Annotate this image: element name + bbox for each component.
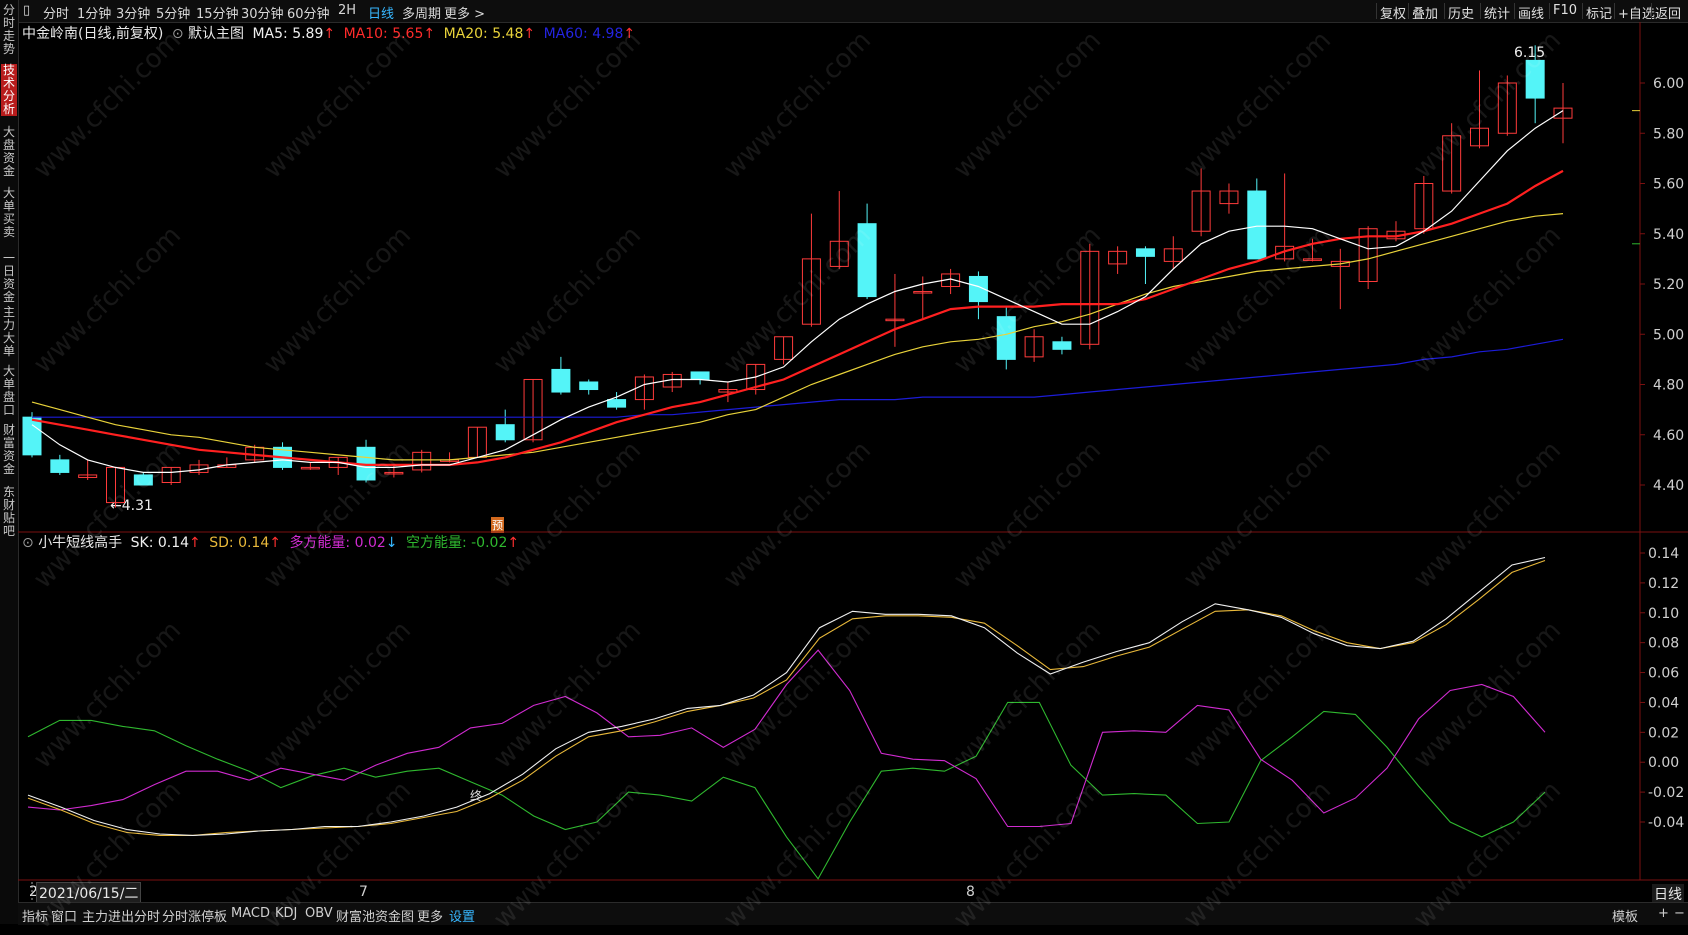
toolbar-divider: [1480, 3, 1481, 19]
sub-y-tick-label: 0.14: [1648, 546, 1679, 562]
chart-canvas[interactable]: 6.00 5.80 5.60 5.40 5.20 5.00 4.80 4.60 4.40 0.14…: [18, 22, 1688, 902]
sub-y-tick-label: 0.02: [1648, 725, 1679, 741]
bottom-tab-3[interactable]: 主力进出分时: [82, 906, 160, 925]
candle-body: [50, 459, 70, 473]
y-tick-label: 4.60: [1653, 428, 1684, 444]
toolbar-7[interactable]: 60分钟: [287, 3, 330, 22]
sidebar-item-9[interactable]: 东财贴吧: [1, 486, 17, 538]
toolbar-divider: [1582, 3, 1583, 19]
sidebar-item-5[interactable]: 一日资金: [1, 252, 17, 304]
candle-body: [133, 474, 153, 486]
sidebar-item-2[interactable]: 技术分析: [1, 64, 17, 116]
toolbar-divider: [1408, 3, 1409, 19]
indicator-line-3: [27, 649, 1546, 828]
sub-y-tick-label: 0.00: [1648, 755, 1679, 771]
ma5-line: [31, 110, 1564, 473]
toolbar-11[interactable]: 更多 >: [444, 3, 485, 22]
y-tick-label: 4.40: [1653, 478, 1684, 494]
y-tick-label: 4.80: [1653, 378, 1684, 394]
y-tick-label: 5.20: [1653, 277, 1684, 293]
candle-body: [579, 381, 599, 391]
y-tick-label: 6.00: [1653, 76, 1684, 92]
y-tick-label: 5.80: [1653, 126, 1684, 142]
bottom-right-1[interactable]: 模板: [1612, 906, 1638, 925]
toolbar-divider: [1614, 3, 1615, 19]
top-toolbar: 分时 1分钟 3分钟 5分钟 15分钟 30分钟 60分钟 2H 日线 多周期 更多 > ▯ 复权 叠加历…: [0, 0, 1688, 23]
candle-body: [551, 368, 571, 393]
sub-y-tick-label: -0.02: [1648, 785, 1684, 801]
bottom-tab-4[interactable]: 分时涨停板: [162, 906, 227, 925]
sidebar-item-7[interactable]: 大单盘口: [1, 365, 17, 417]
candle-body: [607, 399, 627, 408]
toolbar-divider: [1376, 3, 1377, 19]
sidebar-item-4[interactable]: 大单买卖: [1, 187, 17, 239]
window-icon[interactable]: ▯: [23, 3, 30, 18]
bottom-tab-10[interactable]: 设置: [449, 906, 475, 925]
toolbar-divider: [1549, 3, 1550, 19]
toolbar-right-6[interactable]: F10: [1553, 3, 1577, 18]
ma60-line: [32, 338, 1564, 418]
toolbar-right-8[interactable]: +自选: [1618, 3, 1655, 22]
sidebar-item-3[interactable]: 大盘资金: [1, 126, 17, 178]
bottom-tab-8[interactable]: 财富池资金图: [336, 906, 414, 925]
toolbar-4[interactable]: 5分钟: [156, 3, 190, 22]
ma20-line: [31, 213, 1564, 461]
bottom-toolbar: 指标 窗口 主力进出分时 分时涨停板 MACD KDJ OBV 财富池资金图 更多 设置 模板 + −: [18, 902, 1688, 925]
indicator-line-4: [27, 701, 1546, 880]
sub-y-tick-label: 0.04: [1648, 695, 1679, 711]
toolbar-3[interactable]: 3分钟: [116, 3, 150, 22]
toolbar-right-7[interactable]: 标记: [1586, 3, 1612, 22]
bottom-tab-6[interactable]: KDJ: [275, 906, 297, 921]
bottom-right-2[interactable]: +: [1658, 906, 1669, 921]
sub-y-tick-label: -0.04: [1648, 815, 1684, 831]
indicator-line-2: [27, 559, 1546, 836]
sidebar-item-8[interactable]: 财富资金: [1, 424, 17, 476]
left-sidebar: 分时走势技术分析大盘资金大单买卖一日资金主力大单大单盘口财富资金东财贴吧: [0, 0, 19, 924]
sidebar-item-6[interactable]: 主力大单: [1, 306, 17, 358]
toolbar-10[interactable]: 多周期: [402, 3, 441, 22]
candle-body: [996, 316, 1016, 360]
sub-y-tick-label: 0.08: [1648, 636, 1679, 652]
sub-y-tick-label: 0.10: [1648, 606, 1679, 622]
candle-body: [857, 223, 877, 298]
candle-body: [1525, 59, 1545, 99]
ma10-line: [31, 169, 1564, 466]
candle-body: [1135, 248, 1155, 257]
y-tick-label: 5.60: [1653, 177, 1684, 193]
toolbar-divider: [1514, 3, 1515, 19]
toolbar-right-5[interactable]: 画线: [1518, 3, 1544, 22]
bottom-tab-5[interactable]: MACD: [231, 906, 270, 921]
bottom-tab-2[interactable]: 窗口: [51, 906, 77, 925]
candle-body: [1052, 341, 1072, 350]
y-tick-label: 5.00: [1653, 327, 1684, 343]
bottom-tab-7[interactable]: OBV: [305, 906, 333, 921]
bottom-tab-1[interactable]: 指标: [22, 906, 48, 925]
sub-y-tick-label: 0.12: [1648, 576, 1679, 592]
candle-body: [22, 416, 42, 456]
candle-body: [690, 371, 710, 380]
toolbar-9[interactable]: 日线: [368, 3, 394, 22]
toolbar-right-1[interactable]: 复权: [1380, 3, 1406, 22]
candle-body: [1247, 190, 1267, 260]
toolbar-2[interactable]: 1分钟: [77, 3, 111, 22]
toolbar-8[interactable]: 2H: [338, 3, 356, 18]
sub-y-tick-label: 0.06: [1648, 666, 1679, 682]
indicator-line-1: [27, 556, 1546, 836]
y-tick-label: 5.40: [1653, 227, 1684, 243]
sidebar-item-1[interactable]: 分时走势: [1, 4, 17, 56]
toolbar-right-9[interactable]: 返回: [1655, 3, 1681, 22]
toolbar-6[interactable]: 30分钟: [241, 3, 284, 22]
toolbar-1[interactable]: 分时: [43, 3, 69, 22]
candle-body: [495, 424, 515, 441]
toolbar-right-2[interactable]: 叠加: [1412, 3, 1438, 22]
toolbar-5[interactable]: 15分钟: [196, 3, 239, 22]
toolbar-right-4[interactable]: 统计: [1484, 3, 1510, 22]
toolbar-right-3[interactable]: 历史: [1448, 3, 1474, 22]
toolbar-divider: [1651, 3, 1652, 19]
bottom-right-3[interactable]: −: [1674, 906, 1685, 921]
bottom-tab-9[interactable]: 更多: [417, 906, 443, 925]
toolbar-divider: [1444, 3, 1445, 19]
